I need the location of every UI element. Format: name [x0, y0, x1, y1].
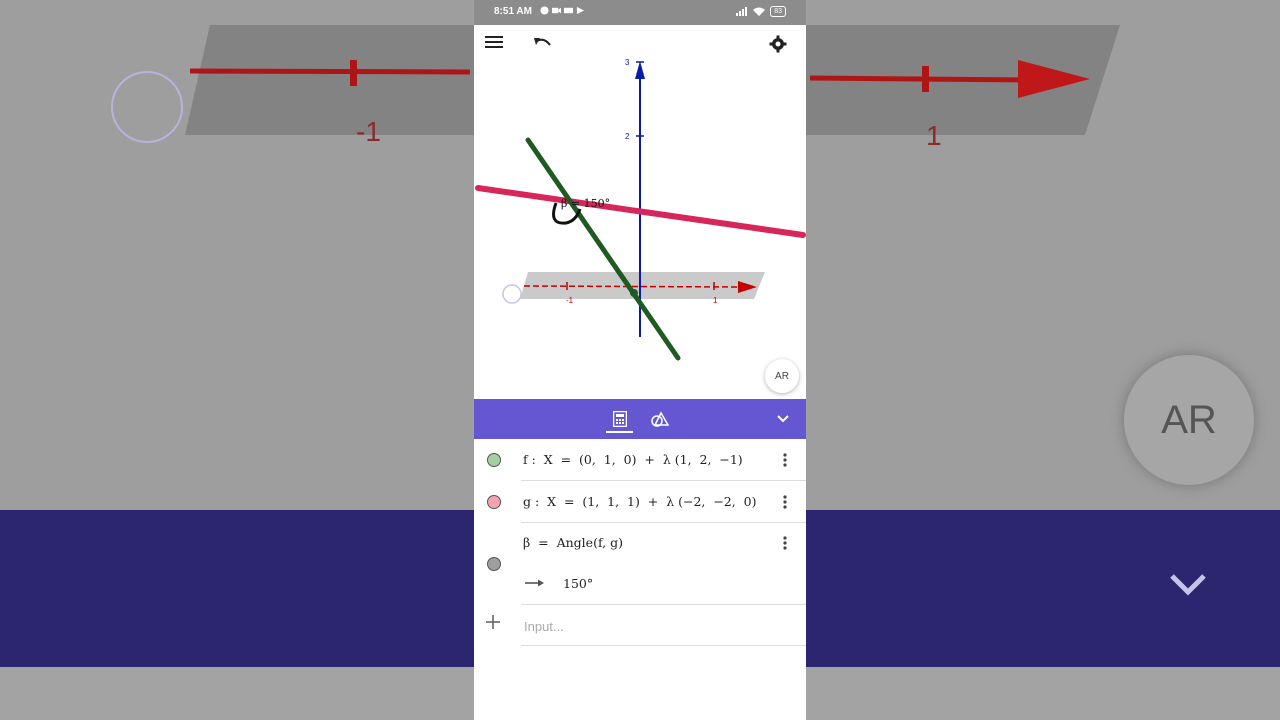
- x-axis: [523, 285, 743, 288]
- status-time: 8:51 AM: [494, 6, 532, 17]
- algebra-input[interactable]: [522, 613, 796, 639]
- z-label-2: 2: [625, 132, 630, 141]
- system-icons: 83: [736, 6, 786, 17]
- active-tab-underline: [606, 431, 633, 433]
- chevron-down-icon: [777, 415, 789, 423]
- signal-icon: [736, 7, 748, 16]
- background-label-1: 1: [926, 120, 942, 151]
- notification-icons: [540, 6, 585, 15]
- ar-button[interactable]: AR: [765, 359, 799, 393]
- battery-icon: 83: [770, 6, 786, 17]
- algebra-view: f : X = (0, 1, 0) + λ (1, 2, −1) g : X =…: [474, 439, 806, 720]
- calculator-icon: [613, 411, 627, 427]
- view-handle[interactable]: [502, 284, 522, 304]
- z-axis-arrow: [635, 61, 645, 79]
- status-bar: 8:51 AM 83: [474, 0, 806, 25]
- undo-icon: [534, 38, 551, 46]
- mail-icon: [564, 7, 573, 14]
- line-f[interactable]: [525, 137, 681, 361]
- background-chevron-icon: [1170, 574, 1206, 596]
- messenger-icon: [540, 6, 549, 15]
- origin-point[interactable]: [630, 289, 638, 297]
- background-label-neg1: -1: [356, 116, 381, 147]
- background-ar-button: AR: [1124, 355, 1254, 485]
- menu-icon: [485, 36, 503, 48]
- collapse-button[interactable]: [769, 405, 797, 433]
- algebra-header-bar: [474, 399, 806, 439]
- graphics-3d-view[interactable]: 3 2 -1 1 β = 150° AR: [474, 25, 806, 398]
- play-icon: [576, 6, 585, 15]
- tools-icon: [651, 411, 669, 427]
- x-label-neg1: -1: [566, 296, 574, 305]
- phone-screen: 8:51 AM 83 3 2 -1 1 β = 150° AR f: X = …: [474, 0, 806, 720]
- wifi-icon: [753, 7, 766, 16]
- graphics-canvas[interactable]: 3 2 -1 1 β = 150°: [474, 25, 806, 398]
- undo-button[interactable]: [532, 35, 558, 61]
- settings-button[interactable]: [769, 35, 795, 61]
- z-label-3: 3: [625, 58, 630, 67]
- menu-button[interactable]: [485, 35, 511, 61]
- video-icon: [552, 7, 561, 14]
- tab-algebra[interactable]: [606, 405, 634, 433]
- angle-beta-label: β = 150°: [561, 197, 610, 210]
- row-separator: [521, 645, 806, 646]
- input-row: [474, 439, 806, 649]
- plus-icon[interactable]: [486, 615, 500, 629]
- tab-tools[interactable]: [646, 405, 674, 433]
- settings-icon: [769, 35, 787, 53]
- x-label-1: 1: [713, 296, 718, 305]
